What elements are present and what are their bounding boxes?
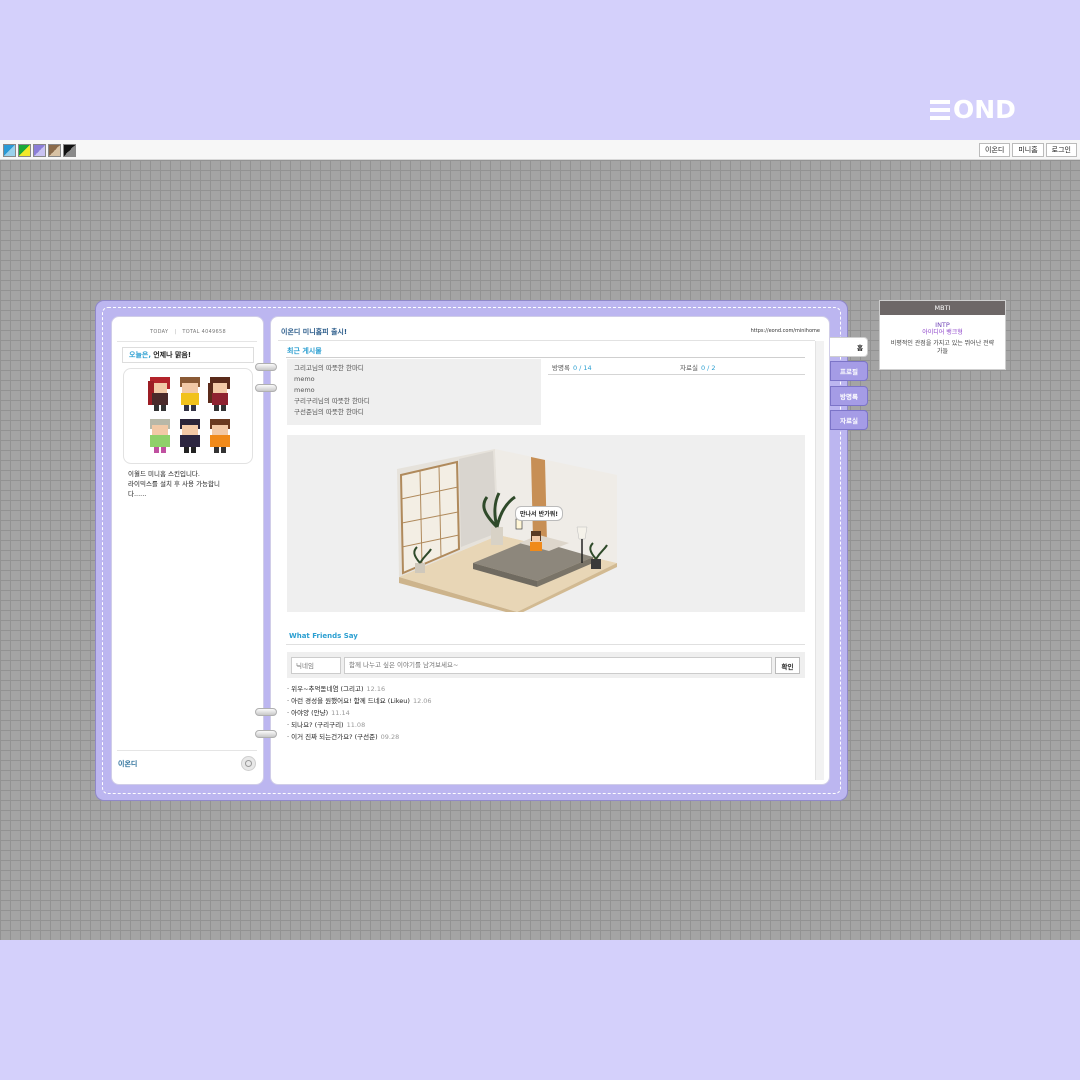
recent-post-item[interactable]: memo — [294, 374, 534, 385]
page-title: 이온디 미니홈피 출시! — [281, 328, 348, 336]
comment-date: 12.06 — [412, 697, 432, 705]
mood-text: 언제나 맑음! — [153, 351, 192, 359]
theme-swatch-green[interactable] — [18, 144, 31, 157]
mbti-card: MBTI INTP 아이디어 뱅크형 비평적인 관점을 가지고 있는 뛰어난 전… — [879, 300, 1006, 370]
theme-swatches — [3, 144, 76, 157]
comment-item[interactable]: · 아야양 (안냥) 11.14 — [287, 707, 432, 719]
avatar-gray-hair — [150, 419, 170, 453]
comment-date: 12.16 — [366, 685, 386, 693]
circle-icon — [245, 760, 252, 767]
mbti-type: INTP — [935, 321, 950, 329]
top-bar: 이온디 미니홈 로그인 — [0, 140, 1080, 160]
minihome-button[interactable]: 미니홈 — [1012, 143, 1044, 157]
comment-item[interactable]: · 위우~추억돋네염 (그리고) 12.16 — [287, 683, 432, 695]
total-label: TOTAL 4049658 — [182, 329, 226, 335]
recent-post-item[interactable]: 그리고님의 따뜻한 한마디 — [294, 363, 534, 374]
theme-swatch-brown[interactable] — [48, 144, 61, 157]
message-input[interactable] — [344, 657, 772, 674]
mbti-header: MBTI — [880, 301, 1005, 315]
comment-item[interactable]: · 아런 경성을 원했어요! 함께 드네요 (Likeu) 12.06 — [287, 695, 432, 707]
comment-text: · 이거 진짜 되는건가요? (구선준) — [287, 733, 378, 741]
settings-button[interactable] — [241, 756, 256, 771]
binder-ring — [255, 708, 277, 716]
comment-date: 09.28 — [380, 733, 400, 741]
comment-text: · 되나요? (구리구리) — [287, 721, 344, 729]
avatar-black-hair — [180, 419, 200, 453]
avatar-dark-red — [208, 377, 230, 411]
archive-stat[interactable]: 자료실 0 / 2 — [680, 362, 716, 372]
binder-ring — [255, 363, 277, 371]
brand-logo: OND — [930, 97, 1016, 123]
stats-row: 방명록 0 / 14 자료실 0 / 2 — [548, 361, 805, 375]
friends-title: What Friends Say — [289, 632, 358, 640]
menu-lines-icon — [930, 100, 950, 120]
mood-label: 오늘은, — [129, 351, 151, 359]
recent-posts-title: 최근 게시물 — [287, 347, 322, 355]
miniroom-illustration — [397, 449, 617, 612]
recent-posts-list: 그리고님의 따뜻한 한마디 memo memo 구리구리님의 따뜻한 한마디 구… — [287, 359, 541, 425]
binder-ring — [255, 384, 277, 392]
title-divider — [278, 340, 815, 341]
intro-text: 이월드 미니홈 스킨입니다. 라이믹스를 설치 후 사용 가능합니다...... — [128, 470, 220, 498]
tab-profile[interactable]: 프로필 — [830, 361, 868, 381]
top-buttons: 이온디 미니홈 로그인 — [979, 143, 1077, 157]
avatar-yellow-shirt — [180, 377, 200, 411]
avatar-box — [123, 368, 253, 464]
today-label: TODAY — [150, 329, 169, 335]
tab-home[interactable]: 홈 — [830, 337, 868, 357]
pixel-avatars — [148, 377, 230, 453]
owner-name[interactable]: 이온디 — [118, 759, 137, 769]
comment-text: · 아런 경성을 원했어요! 함께 드네요 (Likeu) — [287, 697, 410, 705]
speech-bubble: 만나서 반가워! — [515, 506, 563, 521]
comment-item[interactable]: · 이거 진짜 되는건가요? (구선준) 09.28 — [287, 731, 432, 743]
comment-date: 11.08 — [346, 721, 366, 729]
miniroom-image — [287, 435, 805, 612]
left-divider — [117, 341, 257, 342]
mbti-description: 비평적인 관점을 가지고 있는 뛰어난 전략가들 — [890, 340, 995, 355]
recent-post-item[interactable]: 구리구리님의 따뜻한 한마디 — [294, 396, 534, 407]
theme-swatch-purple[interactable] — [33, 144, 46, 157]
scrollbar[interactable] — [815, 341, 824, 780]
stat-label: 방명록 — [552, 364, 570, 372]
comment-date: 11.14 — [331, 709, 350, 717]
theme-swatch-blue[interactable] — [3, 144, 16, 157]
comment-text: · 아야양 (안냥) — [287, 709, 329, 717]
comment-text: · 위우~추억돋네염 (그리고) — [287, 685, 364, 693]
submit-button[interactable]: 확인 — [775, 657, 800, 674]
theme-swatch-black[interactable] — [63, 144, 76, 157]
recent-post-item[interactable]: memo — [294, 385, 534, 396]
visitor-counter: TODAY | TOTAL 4049658 — [150, 329, 226, 335]
stat-value: 0 / 2 — [700, 364, 716, 372]
comment-item[interactable]: · 되나요? (구리구리) 11.08 — [287, 719, 432, 731]
login-button[interactable]: 로그인 — [1045, 143, 1077, 157]
brand-text: OND — [953, 95, 1016, 124]
nickname-input[interactable] — [291, 657, 341, 674]
tab-guestbook[interactable]: 방명록 — [830, 386, 868, 406]
owner-button[interactable]: 이온디 — [979, 143, 1011, 157]
tab-archive[interactable]: 자료실 — [830, 410, 868, 430]
avatar-red-hair — [148, 377, 170, 411]
avatar-orange-shirt — [210, 419, 230, 453]
stat-value: 0 / 14 — [572, 364, 592, 372]
binder-ring — [255, 730, 277, 738]
friends-divider — [286, 644, 805, 645]
comment-list: · 위우~추억돋네염 (그리고) 12.16 · 아런 경성을 원했어요! 함께 … — [287, 683, 432, 743]
mood-box: 오늘은, 언제나 맑음! — [122, 347, 254, 363]
page-url[interactable]: https://eond.com/minihome — [680, 328, 820, 334]
stat-label: 자료실 — [680, 364, 698, 372]
recent-divider — [286, 357, 805, 358]
left-bottom-divider — [117, 750, 257, 751]
mbti-alias: 아이디어 뱅크형 — [922, 329, 963, 336]
guestbook-stat[interactable]: 방명록 0 / 14 — [552, 362, 592, 372]
recent-post-item[interactable]: 구선준님의 따뜻한 한마디 — [294, 407, 534, 418]
